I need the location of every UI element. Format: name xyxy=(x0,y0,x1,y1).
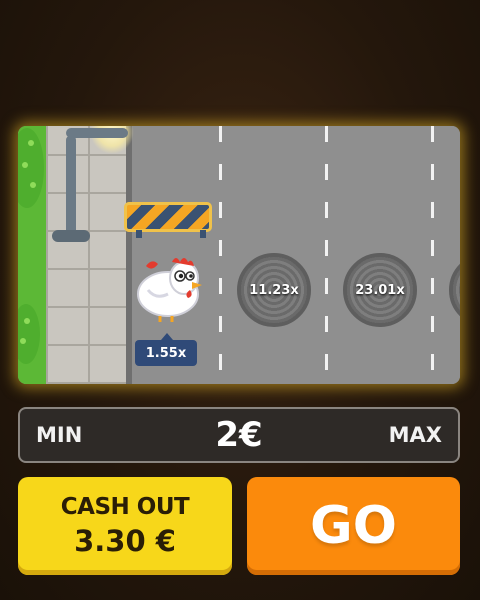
cash-out-amount: 3.30 € xyxy=(74,524,176,558)
lane-divider xyxy=(325,126,328,384)
manhole-icon[interactable]: 11.23x xyxy=(237,253,311,327)
lane-multiplier: 23.01x xyxy=(355,282,405,298)
sidewalk xyxy=(46,126,130,384)
go-label: GO xyxy=(310,496,397,556)
lane-divider xyxy=(219,126,222,384)
manhole-icon[interactable]: 23.01x xyxy=(343,253,417,327)
current-multiplier-tag: 1.55x xyxy=(135,333,197,366)
cash-out-label: CASH OUT xyxy=(60,494,190,520)
bet-amount-bar: 2€ MIN MAX xyxy=(18,407,460,463)
cash-out-button[interactable]: CASH OUT 3.30 € xyxy=(18,477,232,575)
lane-multiplier: 11.23x xyxy=(249,282,299,298)
barrier-leg xyxy=(136,230,142,238)
lane-divider xyxy=(431,126,434,384)
min-bet-button[interactable]: MIN xyxy=(36,409,82,461)
go-button[interactable]: GO xyxy=(247,477,460,575)
barrier-leg xyxy=(200,230,206,238)
current-multiplier-value: 1.55x xyxy=(145,345,187,361)
chicken-icon xyxy=(137,258,202,322)
max-bet-button[interactable]: MAX xyxy=(389,409,442,461)
road-barrier-icon xyxy=(124,202,212,232)
game-board: 1.55x 11.23x 23.01x xyxy=(18,126,460,384)
